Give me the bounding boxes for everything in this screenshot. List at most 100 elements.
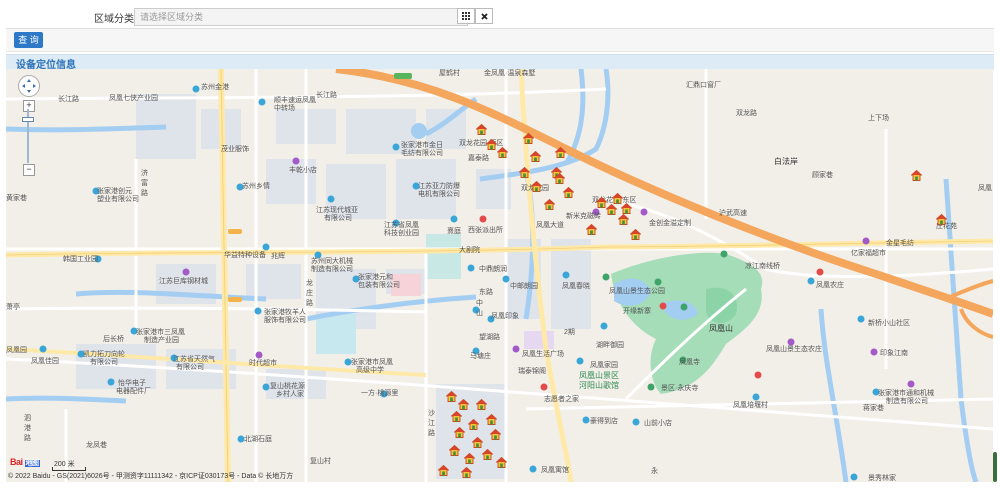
map-label[interactable]: 汇鼎口窗厂 [686,81,721,90]
map-label[interactable]: 凤凰寺 [679,358,700,367]
region-picker-button[interactable] [457,8,475,24]
device-marker-house-icon[interactable] [476,124,487,135]
map-label[interactable]: 乡村人家 [276,390,304,399]
map-label[interactable]: 塑业有限公司 [97,195,139,204]
map-label[interactable]: 港 [24,424,31,433]
map-label[interactable]: 中 [476,299,483,308]
map-label[interactable]: 毛纺有限公司 [401,149,443,158]
map-label[interactable]: 茂业服饰 [221,145,249,154]
map-label[interactable]: 凤凰山 [709,324,733,333]
map-label[interactable]: 凤凰农庄 [816,281,844,290]
device-marker-house-icon[interactable] [451,411,462,422]
map-label[interactable]: 华益特种设备 [224,251,266,260]
device-marker-house-icon[interactable] [630,229,641,240]
map-label[interactable]: 凤凰印象 [491,312,519,321]
device-marker-house-icon[interactable] [618,214,629,225]
map-label[interactable]: 苏州乡情 [242,182,270,191]
map-label[interactable]: 凤凰山景生态公园 [609,287,665,296]
device-marker-house-icon[interactable] [530,151,541,162]
zoom-out-button[interactable]: − [23,164,35,176]
map-label[interactable]: 制造产业园 [144,336,179,345]
device-marker-house-icon[interactable] [461,467,472,478]
zoom-in-button[interactable]: + [23,100,35,112]
device-marker-house-icon[interactable] [468,419,479,430]
device-marker-house-icon[interactable] [486,414,497,425]
map-label[interactable]: 兆辉 [271,252,285,261]
map-label[interactable]: 包装有限公司 [358,281,400,290]
map-label[interactable]: 长江路 [316,91,337,100]
map-label[interactable]: 凤凰生活广场 [522,350,564,359]
map-label[interactable]: 龙凤巷 [86,441,107,450]
map-label[interactable]: 蒋家巷 [863,404,884,413]
map-label[interactable]: 中鼎朗润 [479,265,507,274]
map-label[interactable]: 时代超市 [249,359,277,368]
map-label[interactable]: 新米克磁砖 [566,212,601,221]
map-label[interactable]: 东路 [479,288,493,297]
map-label[interactable]: 湖畔御园 [596,341,624,350]
map-label[interactable]: 山 [476,309,483,318]
map-label[interactable]: 江 [428,419,435,428]
map-label[interactable]: 凤凰家园 [590,361,618,370]
map-label[interactable]: 亿家福超市 [851,249,886,258]
map-label[interactable]: 电机有限公司 [418,190,460,199]
map-label[interactable]: 高级中学 [356,366,384,375]
map-label[interactable]: 2期 [564,328,575,337]
map-label[interactable]: 路 [141,189,148,198]
map-label[interactable]: 西张派出所 [468,226,503,235]
map-label[interactable]: 双龙路 [736,109,757,118]
map-label[interactable]: 凤凰园 [6,346,27,355]
map-label[interactable]: 景秀林家 [868,474,896,482]
map-label[interactable]: 泗 [24,414,31,423]
map-label[interactable]: 马塘庄 [470,352,491,361]
device-marker-house-icon[interactable] [563,187,574,198]
map-label[interactable]: 制造有限公司 [886,397,928,406]
map-label[interactable]: 金星毛纺 [886,239,914,248]
clear-button[interactable] [475,8,493,24]
device-marker-house-icon[interactable] [482,449,493,460]
map-label[interactable]: 凤凰春晓 [562,282,590,291]
map-label[interactable]: 沪武高速 [719,209,747,218]
page-scrollbar[interactable] [993,452,997,482]
map-label[interactable]: 凤凰培堰村 [733,401,768,410]
device-marker-house-icon[interactable] [497,147,508,158]
map-label[interactable]: 金创金溢定制 [649,219,691,228]
map-label[interactable]: 熹庭 [447,227,461,236]
map-label[interactable]: 凤凰山景生态农庄 [766,345,822,354]
device-marker-house-icon[interactable] [438,465,449,476]
device-marker-house-icon[interactable] [454,427,465,438]
device-marker-house-icon[interactable] [519,167,530,178]
device-marker-house-icon[interactable] [490,429,501,440]
map-label[interactable]: 凤凰 [978,184,992,193]
device-marker-house-icon[interactable] [446,391,457,402]
device-marker-house-icon[interactable] [936,214,947,225]
device-marker-house-icon[interactable] [555,147,566,158]
map-label[interactable]: 凤凰七侠产业园 [109,94,158,103]
map-label[interactable]: 大剧院 [459,246,480,255]
map-label[interactable]: 嘉泰路 [468,154,489,163]
map-label[interactable]: 江苏巨库钢材城 [159,277,208,286]
device-marker-house-icon[interactable] [621,203,632,214]
map-label[interactable]: 印象江南 [880,349,908,358]
map-label[interactable]: 路 [428,429,435,438]
map-label[interactable]: 有限公司 [324,214,352,223]
map-label[interactable]: 开缘新寨 [623,307,651,316]
map-label[interactable]: 志愿者之家 [544,395,579,404]
map-label[interactable]: 豪得到店 [590,417,618,426]
map-label[interactable]: 丰乾小店 [289,166,317,175]
map-label[interactable]: 有限公司 [90,358,118,367]
map-label[interactable]: 新桥小山社区 [868,319,910,328]
map-label[interactable]: 中邮朗园 [510,282,538,291]
device-marker-house-icon[interactable] [586,224,597,235]
map-label[interactable]: 黄家巷 [6,194,27,203]
region-category-select[interactable]: 请选择区域分类 [134,8,468,26]
map-label[interactable]: 富 [141,179,148,188]
device-marker-house-icon[interactable] [523,133,534,144]
map-label[interactable]: 瑞泰锦阁 [518,367,546,376]
map-label[interactable]: 屋鹤村 [439,69,460,78]
map-label[interactable]: 金凤凰·温泉森墅 [484,69,535,78]
map-label[interactable]: 河阳山歌馆 [579,381,619,390]
map-label[interactable]: 路 [24,434,31,443]
device-marker-house-icon[interactable] [464,453,475,464]
device-marker-house-icon[interactable] [554,173,565,184]
device-marker-house-icon[interactable] [531,181,542,192]
